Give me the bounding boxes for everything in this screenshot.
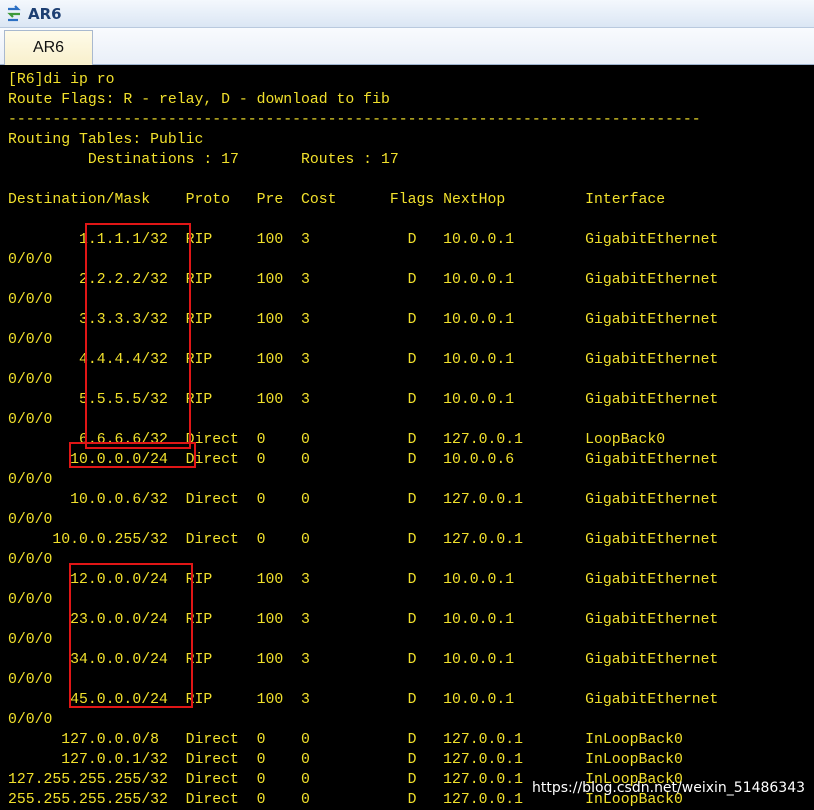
terminal-line: Destinations : 17 Routes : 17 <box>8 152 399 168</box>
terminal-line: 0/0/0 <box>8 332 53 348</box>
terminal-line: 10.0.0.6/32 Direct 0 0 D 127.0.0.1 Gigab… <box>8 492 719 508</box>
terminal-line: 127.0.0.1/32 Direct 0 0 D 127.0.0.1 InLo… <box>8 752 683 768</box>
terminal-line: 0/0/0 <box>8 672 53 688</box>
terminal-line: 127.0.0.0/8 Direct 0 0 D 127.0.0.1 InLoo… <box>8 732 683 748</box>
terminal-line: [R6]di ip ro <box>8 72 115 88</box>
tab-strip: AR6 <box>0 28 814 65</box>
terminal-line: Route Flags: R - relay, D - download to … <box>8 92 390 108</box>
watermark-text: https://blog.csdn.net/weixin_51486343 <box>532 780 806 796</box>
highlight-box-direct-network <box>69 442 196 468</box>
highlight-box-rip-networks <box>69 563 193 708</box>
terminal-line: 0/0/0 <box>8 252 53 268</box>
terminal-line: 0/0/0 <box>8 632 53 648</box>
highlight-box-loopback-routes <box>85 223 191 449</box>
terminal-line: 0/0/0 <box>8 592 53 608</box>
terminal-line: 0/0/0 <box>8 372 53 388</box>
terminal-line: 0/0/0 <box>8 412 53 428</box>
tab-ar6[interactable]: AR6 <box>4 30 93 65</box>
window-titlebar: AR6 <box>0 0 814 28</box>
terminal-line: 0/0/0 <box>8 712 53 728</box>
terminal-console[interactable]: [R6]di ip ro Route Flags: R - relay, D -… <box>0 65 814 810</box>
terminal-line: Routing Tables: Public <box>8 132 204 148</box>
terminal-line: 0/0/0 <box>8 512 53 528</box>
terminal-line: 0/0/0 <box>8 472 53 488</box>
terminal-line: 0/0/0 <box>8 292 53 308</box>
router-app-icon <box>7 5 21 22</box>
terminal-line: Destination/Mask Proto Pre Cost Flags Ne… <box>8 192 666 208</box>
terminal-line: 0/0/0 <box>8 552 53 568</box>
terminal-line: 10.0.0.255/32 Direct 0 0 D 127.0.0.1 Gig… <box>8 532 719 548</box>
window-title: AR6 <box>28 5 62 23</box>
terminal-line: ----------------------------------------… <box>8 112 701 128</box>
